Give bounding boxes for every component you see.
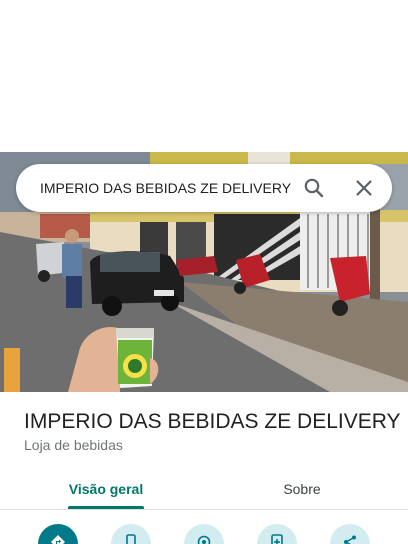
search-input[interactable]: IMPERIO DAS BEBIDAS ZE DELIVERY [40, 164, 304, 212]
share-icon [344, 535, 356, 544]
close-icon[interactable] [352, 176, 376, 200]
phone-icon [126, 534, 136, 544]
top-blank-area [0, 0, 408, 152]
tab-about[interactable]: Sobre [246, 468, 358, 510]
place-tabs: Visão geral Sobre [0, 468, 408, 510]
phone-button[interactable] [111, 524, 151, 544]
save-to-phone-icon [271, 534, 283, 544]
nearby-button[interactable] [184, 524, 224, 544]
nearby-icon [197, 535, 211, 544]
tab-overview[interactable]: Visão geral [50, 468, 162, 510]
place-category[interactable]: Loja de bebidas [24, 436, 123, 454]
directions-icon [51, 535, 65, 544]
search-icon[interactable] [302, 176, 326, 200]
action-buttons-row [0, 520, 408, 544]
active-tab-indicator [68, 506, 144, 509]
place-title: IMPERIO DAS BEBIDAS ZE DELIVERY [24, 410, 401, 433]
search-bar[interactable]: IMPERIO DAS BEBIDAS ZE DELIVERY [16, 164, 392, 212]
share-button[interactable] [330, 524, 370, 544]
send-to-phone-button[interactable] [257, 524, 297, 544]
directions-button[interactable] [38, 524, 78, 544]
